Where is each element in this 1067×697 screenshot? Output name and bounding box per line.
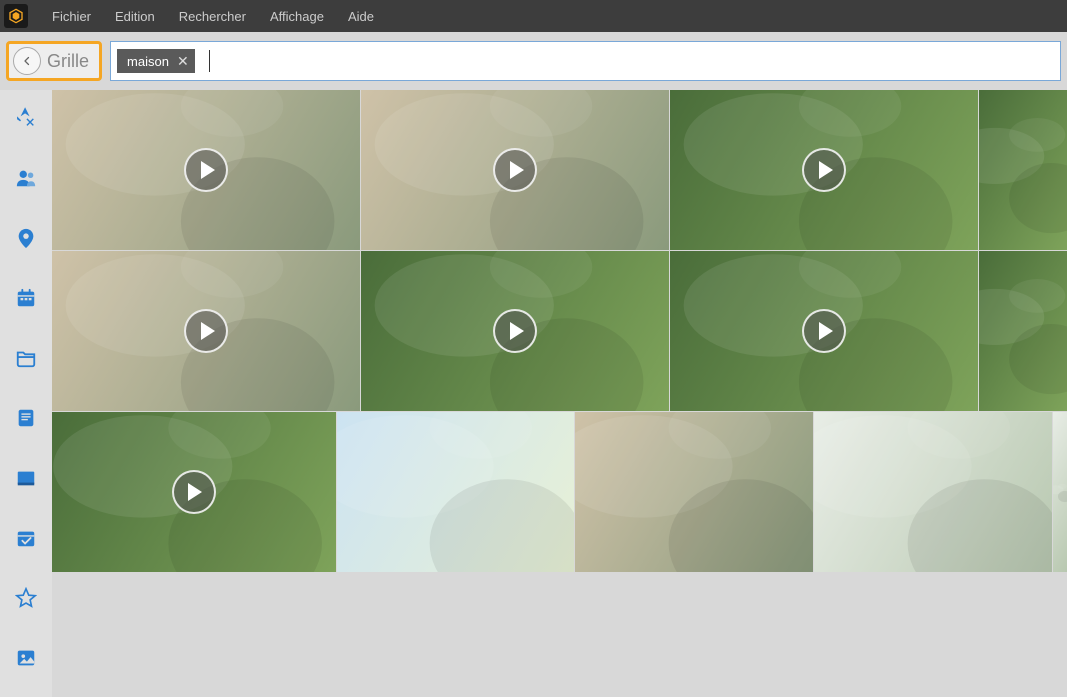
- media-thumbnail[interactable]: [979, 251, 1067, 411]
- media-thumbnail[interactable]: [575, 412, 813, 572]
- grid-row: [52, 90, 1067, 250]
- play-icon[interactable]: [184, 309, 228, 353]
- info-card-icon[interactable]: [12, 404, 40, 432]
- play-icon[interactable]: [802, 309, 846, 353]
- media-thumbnail[interactable]: [52, 251, 360, 411]
- media-thumbnail[interactable]: [670, 90, 978, 250]
- play-icon[interactable]: [802, 148, 846, 192]
- media-thumbnail[interactable]: [361, 90, 669, 250]
- places-pin-icon[interactable]: [12, 224, 40, 252]
- menu-rechercher[interactable]: Rechercher: [167, 3, 258, 30]
- album-icon[interactable]: [12, 464, 40, 492]
- app-logo-icon: [4, 4, 28, 28]
- menu-fichier[interactable]: Fichier: [40, 3, 103, 30]
- back-label: Grille: [47, 51, 89, 72]
- media-grid: [52, 90, 1067, 697]
- people-icon[interactable]: [12, 164, 40, 192]
- play-icon[interactable]: [172, 470, 216, 514]
- auto-curate-icon[interactable]: [12, 104, 40, 132]
- play-icon[interactable]: [493, 309, 537, 353]
- menu-aide[interactable]: Aide: [336, 3, 386, 30]
- media-thumbnail[interactable]: [1053, 412, 1067, 572]
- menu-affichage[interactable]: Affichage: [258, 3, 336, 30]
- media-thumbnail[interactable]: [337, 412, 575, 572]
- media-thumbnail[interactable]: [52, 90, 360, 250]
- sidebar: [0, 90, 52, 697]
- remove-tag-icon[interactable]: ✕: [177, 53, 189, 70]
- star-icon[interactable]: [12, 584, 40, 612]
- play-icon[interactable]: [493, 148, 537, 192]
- calendar-check-icon[interactable]: [12, 524, 40, 552]
- image-icon[interactable]: [12, 644, 40, 672]
- media-thumbnail[interactable]: [670, 251, 978, 411]
- media-thumbnail[interactable]: [52, 412, 336, 572]
- search-input[interactable]: maison ✕: [110, 41, 1061, 81]
- back-to-grid-button[interactable]: Grille: [6, 41, 102, 81]
- search-tag-chip: maison ✕: [117, 49, 195, 73]
- media-thumbnail[interactable]: [979, 90, 1067, 250]
- media-thumbnail[interactable]: [814, 412, 1052, 572]
- folder-icon[interactable]: [12, 344, 40, 372]
- media-thumbnail[interactable]: [361, 251, 669, 411]
- menu-edition[interactable]: Edition: [103, 3, 167, 30]
- grid-row: [52, 412, 1067, 572]
- menubar: Fichier Edition Rechercher Affichage Aid…: [0, 0, 1067, 32]
- grid-row: [52, 251, 1067, 411]
- chevron-left-icon: [13, 47, 41, 75]
- play-icon[interactable]: [184, 148, 228, 192]
- main-area: [0, 90, 1067, 697]
- events-calendar-icon[interactable]: [12, 284, 40, 312]
- toolbar: Grille maison ✕: [0, 32, 1067, 90]
- text-cursor: [209, 50, 210, 72]
- search-tag-label: maison: [127, 54, 169, 69]
